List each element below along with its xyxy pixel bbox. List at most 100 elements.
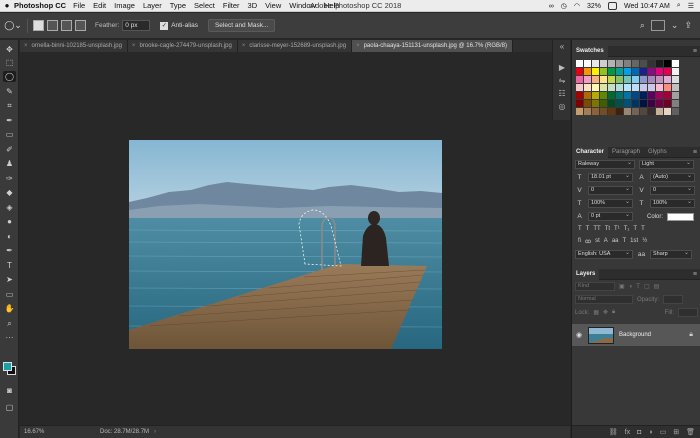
select-and-mask-button[interactable]: Select and Mask...	[207, 19, 276, 32]
color-swatch[interactable]	[584, 108, 591, 115]
canvas-workspace[interactable]	[20, 52, 570, 425]
tab-character[interactable]: Character	[572, 146, 609, 158]
menu-select[interactable]: Select	[194, 1, 215, 10]
color-swatch[interactable]	[608, 108, 615, 115]
history-brush-tool-icon[interactable]: ✑	[3, 173, 16, 184]
tab-glyphs[interactable]: Glyphs	[644, 147, 671, 158]
color-swatch[interactable]	[640, 76, 647, 83]
kerning-select[interactable]: 0	[588, 186, 633, 195]
battery-percent[interactable]: 32%	[587, 3, 601, 10]
faux-italic-button[interactable]: T	[586, 226, 590, 232]
color-swatch[interactable]	[664, 92, 671, 99]
filter-smart-object-icon[interactable]: ▤	[654, 283, 660, 290]
font-size-select[interactable]: 18.01 pt	[588, 173, 633, 182]
color-swatch[interactable]	[616, 84, 623, 91]
filter-shape-icon[interactable]: ▢	[644, 283, 650, 290]
color-swatch[interactable]	[608, 76, 615, 83]
color-swatch[interactable]	[576, 108, 583, 115]
color-swatch[interactable]	[616, 92, 623, 99]
color-swatch[interactable]	[632, 100, 639, 107]
color-swatch[interactable]	[648, 60, 655, 67]
horizontal-scale-input[interactable]: 100%	[650, 199, 695, 208]
font-family-select[interactable]: Raleway	[575, 160, 635, 169]
tab-document[interactable]: × brooke-cagle-274479-unsplash.jpg	[127, 40, 238, 52]
color-swatch[interactable]	[672, 60, 679, 67]
workspace-icon[interactable]	[650, 20, 665, 31]
layer-kind-filter[interactable]: Kind	[575, 282, 615, 291]
color-swatch[interactable]	[592, 76, 599, 83]
underline-button[interactable]: T	[633, 226, 637, 232]
color-swatch[interactable]	[584, 60, 591, 67]
notification-center-icon[interactable]: ☰	[688, 2, 694, 10]
strikethrough-button[interactable]: T	[641, 226, 645, 232]
color-swatch[interactable]	[576, 100, 583, 107]
color-swatch[interactable]	[648, 92, 655, 99]
ordinals-button[interactable]: 1st	[630, 238, 638, 245]
color-swatch[interactable]	[648, 108, 655, 115]
color-swatch[interactable]	[600, 68, 607, 75]
pen-tool-icon[interactable]: ✒	[3, 245, 16, 256]
clock[interactable]: Wed 10:47 AM	[624, 3, 670, 10]
color-swatch[interactable]	[672, 68, 679, 75]
color-swatch[interactable]	[624, 100, 631, 107]
color-swatch[interactable]	[592, 68, 599, 75]
color-swatch[interactable]	[600, 108, 607, 115]
crop-tool-icon[interactable]: ⌗	[3, 100, 16, 111]
color-swatch[interactable]	[576, 84, 583, 91]
color-swatch[interactable]	[632, 84, 639, 91]
color-swatch[interactable]	[600, 100, 607, 107]
layer-style-icon[interactable]: fx	[625, 429, 630, 436]
color-swatch[interactable]	[664, 84, 671, 91]
titling-button[interactable]: aa	[612, 238, 619, 245]
color-swatch[interactable]	[672, 108, 679, 115]
color-swatch[interactable]	[608, 84, 615, 91]
color-swatch[interactable]	[592, 100, 599, 107]
color-swatch[interactable]	[584, 92, 591, 99]
filter-adjustment-icon[interactable]: ◑	[629, 284, 633, 290]
close-tab-icon[interactable]: ×	[356, 43, 360, 49]
panel-menu-icon[interactable]: ≡	[693, 149, 697, 156]
wifi-icon[interactable]: ◠	[574, 2, 580, 10]
add-to-selection-icon[interactable]	[47, 20, 58, 31]
baseline-shift-input[interactable]: 0 pt	[588, 212, 633, 221]
color-swatch[interactable]	[664, 76, 671, 83]
clone-stamp-tool-icon[interactable]: ♟	[3, 158, 16, 169]
tab-document[interactable]: × ornella-binni-102185-unsplash.jpg	[20, 40, 128, 52]
color-swatch[interactable]	[624, 76, 631, 83]
color-swatch[interactable]	[600, 76, 607, 83]
color-swatch[interactable]	[600, 92, 607, 99]
dodge-tool-icon[interactable]: ◐	[3, 231, 16, 242]
intersect-selection-icon[interactable]	[75, 20, 86, 31]
status-menu-arrow-icon[interactable]: ›	[154, 429, 156, 435]
tab-layers[interactable]: Layers	[572, 268, 600, 280]
panel-menu-icon[interactable]: ≡	[693, 271, 697, 278]
color-swatch[interactable]	[608, 60, 615, 67]
color-swatch[interactable]	[600, 60, 607, 67]
color-swatch[interactable]	[608, 92, 615, 99]
filter-type-icon[interactable]: T	[636, 284, 640, 290]
tab-swatches[interactable]: Swatches	[572, 45, 608, 57]
color-swatch[interactable]	[608, 100, 615, 107]
workspace-dropdown-icon[interactable]: ⌄	[671, 20, 679, 31]
color-swatch[interactable]	[656, 68, 663, 75]
history-icon[interactable]: ☷	[553, 87, 571, 100]
color-swatch[interactable]	[576, 76, 583, 83]
layer-lock-icon[interactable]: 🔒︎	[689, 331, 693, 339]
color-swatch[interactable]	[624, 68, 631, 75]
visibility-eye-icon[interactable]: ◉	[572, 331, 586, 339]
color-swatch[interactable]	[592, 92, 599, 99]
eraser-tool-icon[interactable]: ◆	[3, 187, 16, 198]
color-swatch[interactable]	[640, 100, 647, 107]
rectangle-tool-icon[interactable]: ▭	[3, 289, 16, 300]
faux-bold-button[interactable]: T	[578, 226, 582, 232]
ligatures-button[interactable]: fi	[578, 238, 581, 245]
gradient-tool-icon[interactable]: ◈	[3, 202, 16, 213]
collapse-panels-icon[interactable]: «	[553, 40, 571, 53]
creative-cloud-icon[interactable]: ∞	[549, 3, 554, 10]
lock-pixels-icon[interactable]: ▦	[593, 309, 599, 316]
hand-tool-icon[interactable]: ✋	[3, 303, 16, 314]
color-swatch[interactable]	[672, 100, 679, 107]
properties-icon[interactable]: ⇋	[553, 74, 571, 87]
color-swatch[interactable]	[640, 60, 647, 67]
color-swatch[interactable]	[592, 84, 599, 91]
